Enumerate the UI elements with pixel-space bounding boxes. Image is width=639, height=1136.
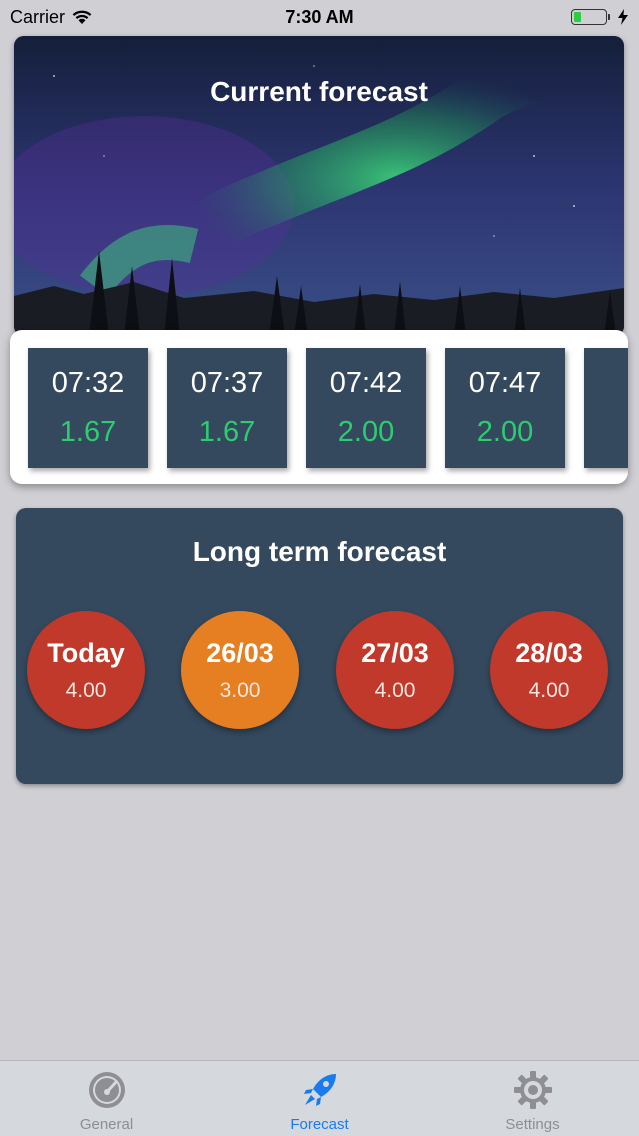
current-forecast-scroller[interactable]: 07:32 1.67 07:37 1.67 07:42 2.00 07:47 2…	[10, 330, 628, 484]
tile-time: 07:47	[468, 367, 542, 399]
carrier-group: Carrier	[10, 7, 93, 28]
day-value: 4.00	[528, 678, 570, 702]
wifi-icon	[72, 10, 92, 24]
battery-fill	[574, 12, 581, 22]
tab-bar: General Forecast Settings	[0, 1060, 639, 1136]
forecast-time-tile[interactable]: 07:47 2.00	[445, 348, 565, 468]
tab-label: Settings	[505, 1116, 560, 1133]
tab-label: Forecast	[290, 1116, 349, 1133]
long-term-forecast-card: Long term forecast Today 4.00 26/03 3.00…	[16, 508, 623, 784]
day-value: 4.00	[65, 678, 107, 702]
day-forecast-circle[interactable]: 26/03 3.00	[181, 611, 299, 729]
day-forecast-circle[interactable]: 27/03 4.00	[336, 611, 454, 729]
day-forecast-circle[interactable]: Today 4.00	[27, 611, 145, 729]
tile-value: 2.00	[476, 416, 534, 448]
forecast-time-tile-partial[interactable]: 0	[584, 348, 628, 468]
tab-label: General	[79, 1116, 134, 1133]
current-forecast-card: Current forecast	[14, 36, 624, 336]
day-value: 3.00	[219, 678, 261, 702]
tile-time: 07:37	[190, 367, 264, 399]
forecast-time-tile[interactable]: 07:37 1.67	[167, 348, 287, 468]
tab-forecast[interactable]: Forecast	[213, 1061, 426, 1136]
day-value: 4.00	[374, 678, 416, 702]
carrier-label: Carrier	[10, 6, 66, 27]
tab-general[interactable]: General	[0, 1061, 213, 1136]
tile-value: 1.67	[59, 416, 117, 448]
long-term-forecast-title: Long term forecast	[192, 536, 447, 567]
charging-bolt-icon	[618, 9, 628, 25]
tile-time: 07:32	[51, 367, 125, 399]
forecast-time-tile[interactable]: 07:32 1.67	[28, 348, 148, 468]
tab-settings[interactable]: Settings	[426, 1061, 639, 1136]
day-label: 26/03	[206, 637, 274, 668]
tile-value: 2.00	[337, 416, 395, 448]
tile-time: 07:42	[329, 367, 403, 399]
battery-icon	[571, 9, 610, 25]
current-forecast-title: Current forecast	[210, 76, 428, 107]
day-label: Today	[47, 637, 125, 668]
forecast-time-tile[interactable]: 07:42 2.00	[306, 348, 426, 468]
day-label: 27/03	[361, 637, 429, 668]
gear-icon	[513, 1071, 552, 1109]
rocket-icon	[303, 1074, 336, 1106]
battery-group	[571, 9, 629, 25]
gauge-icon	[88, 1072, 125, 1108]
day-forecast-circle[interactable]: 28/03 4.00	[490, 611, 608, 729]
status-time: 7:30 AM	[285, 6, 354, 27]
day-label: 28/03	[515, 637, 583, 668]
status-bar: Carrier 7:30 AM	[0, 0, 639, 34]
tile-value: 1.67	[198, 416, 256, 448]
